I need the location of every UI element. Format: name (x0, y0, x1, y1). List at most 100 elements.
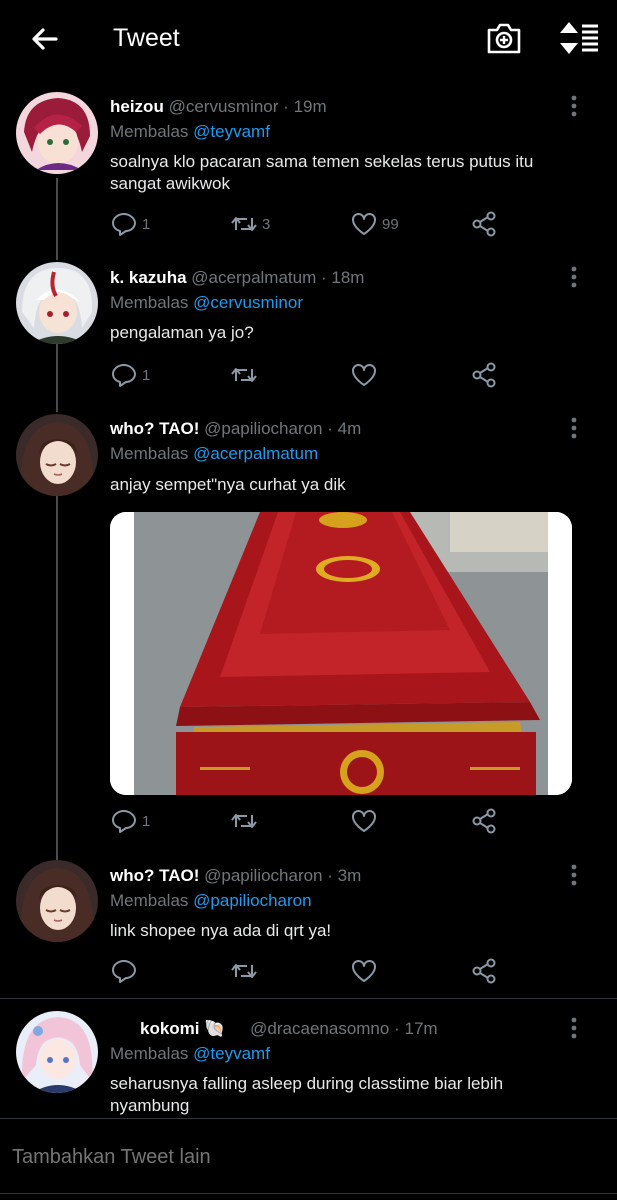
like-button[interactable] (350, 806, 378, 836)
camera-plus-icon[interactable] (485, 20, 523, 56)
reply-prefix: Membalas (110, 891, 189, 910)
retweet-icon (231, 217, 257, 231)
timestamp: 3m (337, 866, 362, 885)
reply-mention-link[interactable]: @acerpalmatum (193, 444, 318, 463)
author-handle[interactable]: @dracaenasomno (250, 1019, 389, 1038)
shell-emoji: 🐚 (204, 1019, 226, 1038)
timestamp: 18m (331, 268, 365, 287)
compose-bar (0, 1118, 617, 1200)
reply-count: 1 (142, 812, 151, 830)
retweet-count: 3 (262, 215, 271, 233)
reply-icon (112, 364, 136, 387)
more-options-icon[interactable] (566, 94, 582, 118)
tweet-header: kokomi 🐚 @dracaenasomno · 17m (110, 1019, 438, 1039)
avatar[interactable] (16, 92, 98, 174)
like-count: 99 (382, 215, 399, 233)
tweet-header: who? TAO! @papiliocharon · 3m (110, 866, 361, 886)
retweet-button[interactable] (230, 956, 258, 986)
like-button[interactable] (350, 360, 378, 390)
timestamp: 19m (293, 97, 327, 116)
tweet-text: link shopee nya ada di qrt ya! (110, 921, 332, 940)
avatar[interactable] (16, 414, 98, 496)
author-name[interactable]: k. kazuha (110, 268, 187, 287)
reply-mention-link[interactable]: @teyvamf (193, 1044, 270, 1063)
tweet-actions (110, 956, 510, 986)
divider (0, 998, 617, 999)
reply-mention-link[interactable]: @cervusminor (193, 293, 303, 312)
retweet-icon (231, 964, 257, 978)
heart-icon (352, 960, 376, 982)
reply-context: Membalas @teyvamf (110, 1044, 270, 1064)
reply-context: Membalas @cervusminor (110, 293, 303, 313)
more-options-icon[interactable] (566, 416, 582, 440)
timestamp: 17m (404, 1019, 438, 1038)
retweet-icon (231, 368, 257, 382)
share-button[interactable] (470, 956, 498, 986)
tweet-text: anjay sempet"nya curhat ya dik (110, 475, 346, 494)
author-name[interactable]: heizou (110, 97, 164, 116)
reply-button[interactable]: 1 (110, 360, 150, 390)
separator: · (327, 419, 333, 438)
share-icon (472, 808, 496, 834)
thread-line (56, 344, 58, 412)
tweet-text: pengalaman ya jo? (110, 323, 254, 342)
arrow-left-icon[interactable] (28, 22, 62, 56)
share-button[interactable] (470, 360, 498, 390)
add-tweet-input[interactable] (12, 1141, 602, 1173)
reply-mention-link[interactable]: @teyvamf (193, 122, 270, 141)
more-options-icon[interactable] (566, 863, 582, 887)
reply-context: Membalas @acerpalmatum (110, 444, 318, 464)
reply-count: 1 (142, 215, 151, 233)
reply-icon (112, 810, 136, 833)
author-name[interactable]: kokomi 🐚 (140, 1019, 225, 1038)
reply-button[interactable] (110, 956, 138, 986)
avatar[interactable] (16, 262, 98, 344)
separator: · (327, 866, 333, 885)
like-button[interactable] (350, 956, 378, 986)
separator: · (320, 268, 327, 287)
tweet-actions: 1 (110, 806, 510, 836)
author-handle[interactable]: @acerpalmatum (191, 268, 316, 287)
reply-icon (112, 213, 136, 236)
reply-prefix: Membalas (110, 122, 189, 141)
share-icon (472, 958, 496, 984)
tweet-text: seharusnya falling asleep during classti… (110, 1074, 504, 1115)
divider (0, 1193, 617, 1194)
reply-prefix: Membalas (110, 1044, 189, 1063)
reply-prefix: Membalas (110, 444, 189, 463)
author-handle[interactable]: @papiliocharon (204, 866, 322, 885)
tweet-header: who? TAO! @papiliocharon · 4m (110, 419, 361, 439)
tweet-actions: 1 (110, 360, 510, 390)
tweet-text: soalnya klo pacaran sama temen sekelas t… (110, 152, 534, 193)
thread-line (56, 496, 58, 860)
author-name[interactable]: who? TAO! (110, 419, 199, 438)
tweet-actions: 1 3 99 (110, 209, 510, 239)
page-title: Tweet (113, 24, 180, 52)
retweet-button[interactable] (230, 360, 258, 390)
thread-line (56, 178, 58, 260)
author-handle[interactable]: @cervusminor (169, 97, 279, 116)
reply-context: Membalas @teyvamf (110, 122, 270, 142)
reply-count: 1 (142, 366, 151, 384)
share-button[interactable] (470, 806, 498, 836)
reply-button[interactable]: 1 (110, 806, 150, 836)
tweet-image[interactable] (110, 512, 572, 795)
author-name[interactable]: who? TAO! (110, 866, 199, 885)
more-options-icon[interactable] (566, 265, 582, 289)
share-icon (472, 211, 496, 237)
share-button[interactable] (470, 209, 498, 239)
retweet-button[interactable]: 3 (230, 209, 270, 239)
tweet-header: heizou @cervusminor · 19m (110, 97, 327, 117)
author-handle[interactable]: @papiliocharon (204, 419, 322, 438)
avatar[interactable] (16, 860, 98, 942)
heart-icon (352, 213, 376, 235)
reply-button[interactable]: 1 (110, 209, 150, 239)
reply-prefix: Membalas (110, 293, 189, 312)
sort-icon[interactable] (557, 20, 601, 56)
reply-mention-link[interactable]: @papiliocharon (193, 891, 311, 910)
reply-context: Membalas @papiliocharon (110, 891, 312, 911)
more-options-icon[interactable] (566, 1016, 582, 1040)
like-button[interactable]: 99 (350, 209, 399, 239)
retweet-button[interactable] (230, 806, 258, 836)
avatar[interactable] (16, 1011, 98, 1093)
